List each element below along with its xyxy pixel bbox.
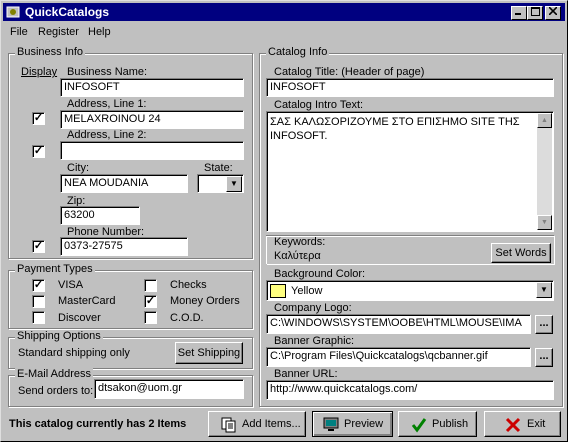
address1-field[interactable]: MELAXROINOU 24 [60,110,244,129]
exit-button[interactable]: Exit [484,411,561,437]
banner-graphic-browse-button[interactable]: ... [535,348,553,367]
discover-label: Discover [58,312,101,324]
business-name-label: Business Name: [67,66,148,78]
phone-display-checkbox[interactable]: ✓ [32,240,45,253]
company-logo-browse-button[interactable]: ... [535,315,553,334]
banner-url-field[interactable]: http://www.quickcatalogs.com/ [266,380,554,400]
business-name-field[interactable]: INFOSOFT [60,78,244,97]
cod-checkbox[interactable] [144,311,157,324]
phone-field[interactable]: 0373-27575 [60,237,188,256]
add-items-button[interactable]: Add Items... [208,411,306,437]
address1-label: Address, Line 1: [67,98,147,110]
window-title: QuickCatalogs [25,5,110,19]
catalog-title-field[interactable]: INFOSOFT [266,78,554,97]
mastercard-checkbox[interactable] [32,295,45,308]
state-select[interactable]: ▼ [197,174,244,193]
catalog-info-label: Catalog Info [266,46,330,58]
keywords-value: Καλύτερα [274,250,321,262]
mastercard-label: MasterCard [58,295,116,307]
exit-label: Exit [527,418,546,430]
publish-label: Publish [432,418,469,430]
background-dropdown-button[interactable]: ▼ [536,282,552,298]
shipping-current-text: Standard shipping only [18,347,130,359]
state-dropdown-button[interactable]: ▼ [226,176,242,192]
banner-graphic-label: Banner Graphic: [274,335,355,347]
app-icon [6,6,20,18]
close-icon [548,6,558,16]
catalog-intro-textarea[interactable]: ΣΑΣ ΚΑΛΩΣΟΡΙΖΟΥΜΕ ΣΤΟ ΕΠΙΣΗΜΟ SITE ΤΗΣ I… [266,111,554,232]
maximize-icon [530,7,540,16]
menu-bar: File Register Help [3,23,565,41]
catalog-title-label: Catalog Title: (Header of page) [274,66,425,78]
preview-button[interactable]: Preview [312,411,393,437]
menu-register[interactable]: Register [38,26,79,38]
catalog-intro-label: Catalog Intro Text: [274,99,364,111]
color-swatch [270,284,286,298]
publish-button[interactable]: Publish [398,411,477,437]
send-orders-label: Send orders to: [18,385,94,397]
scroll-up-arrow-icon[interactable]: ▲ [537,113,552,128]
visa-label: VISA [58,279,84,291]
display-column-label: Display [21,66,58,78]
close-button[interactable] [545,6,561,20]
minimize-button[interactable] [511,6,527,20]
company-logo-label: Company Logo: [274,302,352,314]
city-field[interactable]: NEA MOUDANIA [60,174,188,193]
item-count-status: This catalog currently has 2 Items [9,418,187,430]
banner-url-label: Banner URL: [274,368,338,380]
preview-label: Preview [344,418,384,430]
scroll-down-arrow-icon[interactable]: ▼ [537,215,552,230]
checks-checkbox[interactable] [144,279,157,292]
discover-checkbox[interactable] [32,311,45,324]
money-orders-label: Money Orders [170,295,240,307]
cod-label: C.O.D. [170,312,204,324]
banner-graphic-field[interactable]: C:\Program Files\Quickcatalogs\qcbanner.… [266,347,531,367]
add-items-icon [221,417,236,433]
set-shipping-button[interactable]: Set Shipping [175,342,243,364]
background-color-value: Yellow [291,285,323,297]
address2-label: Address, Line 2: [67,129,147,141]
zip-field[interactable]: 63200 [60,206,140,225]
background-color-select[interactable]: Yellow ▼ [266,280,554,301]
address2-field[interactable] [60,141,244,160]
email-group-label: E-Mail Address [15,368,93,380]
business-info-label: Business Info [15,46,86,58]
menu-file[interactable]: File [10,26,28,38]
money-orders-checkbox[interactable]: ✓ [144,295,157,308]
monitor-icon [323,417,339,431]
maximize-button[interactable] [527,6,543,20]
address1-display-checkbox[interactable]: ✓ [32,112,45,125]
payment-types-label: Payment Types [15,263,95,275]
menu-help[interactable]: Help [88,26,111,38]
minimize-icon [515,13,521,15]
exit-x-icon [505,417,521,433]
email-field[interactable]: dtsakon@uom.gr [94,379,244,399]
checkmark-icon [411,418,427,433]
shipping-options-label: Shipping Options [15,330,103,342]
state-label: State: [204,162,233,174]
title-bar[interactable]: QuickCatalogs [3,3,565,21]
company-logo-field[interactable]: C:\WINDOWS\SYSTEM\OOBE\HTML\MOUSE\IMA [266,314,531,334]
main-window: QuickCatalogs File Register Help Busines… [0,0,568,442]
visa-checkbox[interactable]: ✓ [32,279,45,292]
intro-scrollbar[interactable] [537,113,552,230]
keywords-label: Keywords: [274,236,326,248]
catalog-intro-text: ΣΑΣ ΚΑΛΩΣΟΡΙΖΟΥΜΕ ΣΤΟ ΕΠΙΣΗΜΟ SITE ΤΗΣ I… [270,116,520,142]
address2-display-checkbox[interactable]: ✓ [32,145,45,158]
background-color-label: Background Color: [274,268,366,280]
set-words-button[interactable]: Set Words [491,243,551,263]
checks-label: Checks [170,279,207,291]
city-label: City: [67,162,89,174]
add-items-label: Add Items... [242,418,301,430]
